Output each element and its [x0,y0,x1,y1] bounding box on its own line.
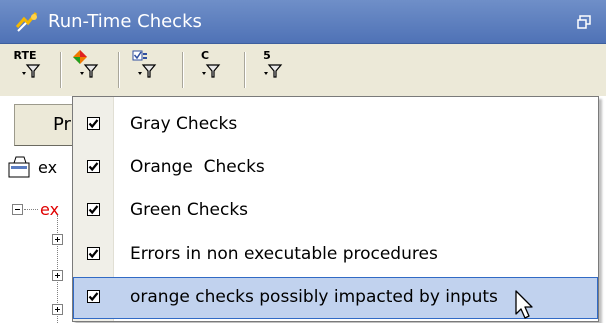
window-titlebar: Run-Time Checks [0,0,606,44]
filter-funnel-icon [138,64,157,78]
filter-funnel-icon [202,64,221,78]
tree-expand-toggle[interactable] [52,304,63,315]
filter-dropdown-menu: Gray Checks Orange Checks Green Checks E… [72,96,599,322]
checkmark-icon [87,160,100,173]
menu-item-label: Orange Checks [130,157,265,177]
rte-filter-button[interactable]: RTE [12,49,52,91]
checkmark-icon [87,117,100,130]
color-filter-button[interactable] [70,49,110,91]
menu-item-gray-checks[interactable]: Gray Checks [73,104,598,146]
menu-item-orange-checks[interactable]: Orange Checks [73,147,598,189]
runtime-checks-icon [15,12,38,32]
menu-item-green-checks[interactable]: Green Checks [73,190,598,232]
window-title: Run-Time Checks [48,11,202,32]
filter-funnel-icon [264,64,283,78]
five-label: 5 [263,49,271,62]
tree-expand-toggle[interactable] [52,270,63,281]
tree-collapse-toggle[interactable] [12,204,23,215]
menu-item-label: Green Checks [130,200,249,220]
menu-item-label: Gray Checks [130,114,238,134]
filter-funnel-icon [80,64,99,78]
five-filter-button[interactable]: 5 [254,49,294,91]
project-icon [8,156,30,178]
menu-item-errors-non-executable[interactable]: Errors in non executable procedures [73,234,598,276]
check-filter-button[interactable] [128,49,168,91]
filter-funnel-icon [22,64,41,78]
mouse-cursor-icon [515,290,533,319]
tree-expand-toggle[interactable] [52,234,63,245]
toolbar: RTE C 5 [0,44,606,96]
c-label: C [200,49,210,62]
rte-label: RTE [13,49,37,62]
checkmark-icon [87,247,100,260]
c-filter-button[interactable]: C [192,49,232,91]
checkbox-list-icon [132,50,147,61]
checkmark-icon [87,203,100,216]
tab-pr-label: Pr [53,114,71,135]
restore-window-icon[interactable] [576,14,592,30]
checkmark-icon [87,290,100,303]
menu-item-label: orange checks possibly impacted by input… [130,287,498,307]
menu-item-label: Errors in non executable procedures [130,244,438,264]
tree-item-1[interactable]: ex [38,158,57,177]
